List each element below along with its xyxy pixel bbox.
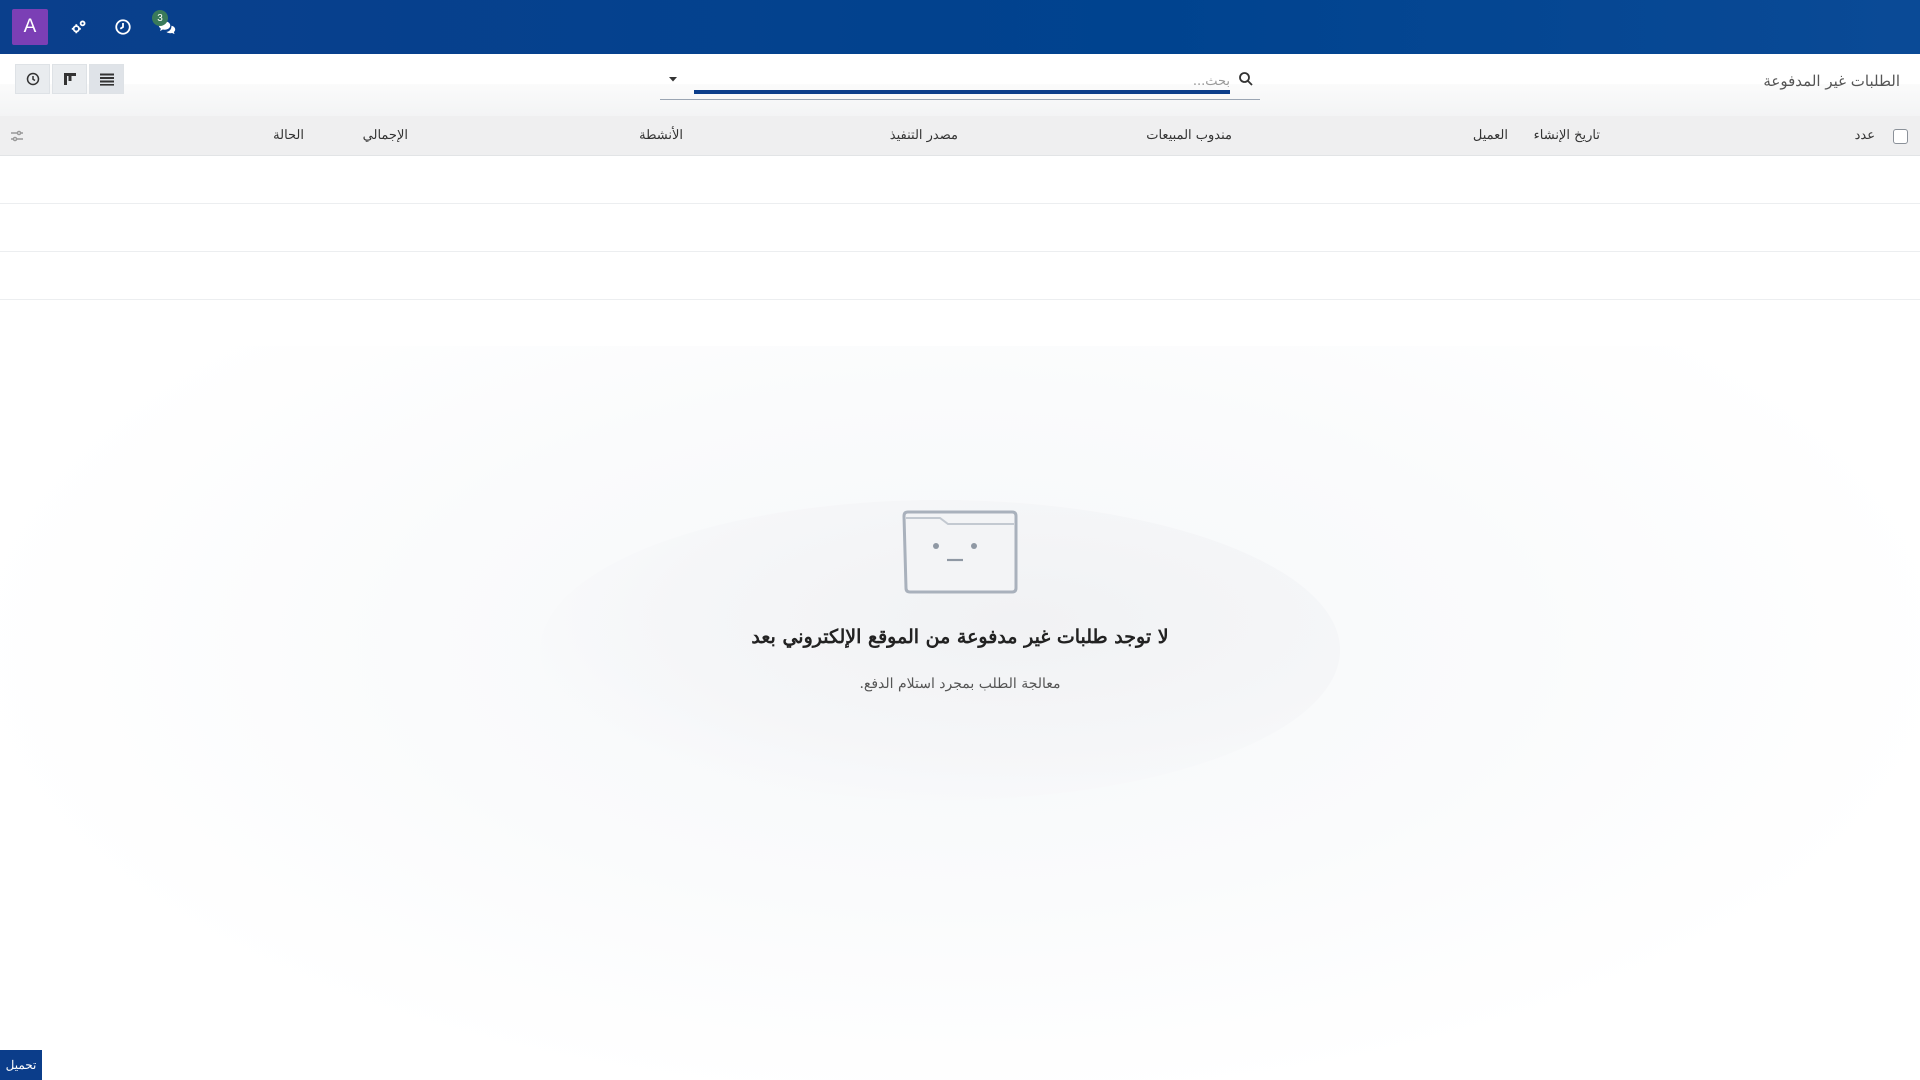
settings-icon[interactable]: [66, 14, 92, 40]
clock-icon[interactable]: [110, 14, 136, 40]
table-row: [0, 252, 1920, 300]
column-activities[interactable]: الأنشطة: [639, 128, 683, 143]
empty-state-title: لا توجد طلبات غير مدفوعة من الموقع الإلك…: [751, 626, 1169, 648]
page-title: الطلبات غير المدفوعة: [1763, 72, 1900, 90]
empty-state-subtitle: معالجة الطلب بمجرد استلام الدفع.: [859, 676, 1061, 692]
search-options-caret-icon[interactable]: [666, 72, 680, 86]
upload-button[interactable]: تحميل: [0, 1050, 42, 1080]
activity-view-button[interactable]: [15, 64, 50, 94]
search-icon: [1239, 72, 1253, 86]
table-row: [0, 204, 1920, 252]
user-avatar[interactable]: A: [12, 9, 48, 45]
column-number[interactable]: عدد: [1855, 128, 1875, 143]
column-source[interactable]: مصدر التنفيذ: [890, 128, 958, 143]
column-salesperson[interactable]: مندوب المبيعات: [1146, 128, 1232, 143]
table-row: [0, 156, 1920, 204]
list-view-button[interactable]: [89, 64, 124, 94]
list-header: عدد تاريخ الإنشاء العميل مندوب المبيعات …: [0, 116, 1920, 156]
column-total[interactable]: الإجمالي: [363, 128, 408, 143]
search-bar: [660, 66, 1260, 100]
search-loading-bar: [694, 90, 1230, 94]
column-status[interactable]: الحالة: [273, 128, 304, 143]
kanban-view-button[interactable]: [52, 64, 87, 94]
chat-icon[interactable]: 3: [152, 10, 180, 40]
view-switcher: [15, 64, 124, 94]
column-create-date[interactable]: تاريخ الإنشاء: [1534, 128, 1600, 143]
column-customer[interactable]: العميل: [1473, 128, 1508, 143]
search-input[interactable]: [710, 70, 1230, 92]
table-row: [0, 300, 1920, 348]
top-navbar: A 3: [0, 0, 1920, 54]
select-all-checkbox[interactable]: [1893, 129, 1908, 144]
messages-badge: 3: [152, 10, 168, 26]
empty-folder-icon: [902, 510, 1018, 594]
optional-columns-icon[interactable]: [10, 129, 24, 143]
